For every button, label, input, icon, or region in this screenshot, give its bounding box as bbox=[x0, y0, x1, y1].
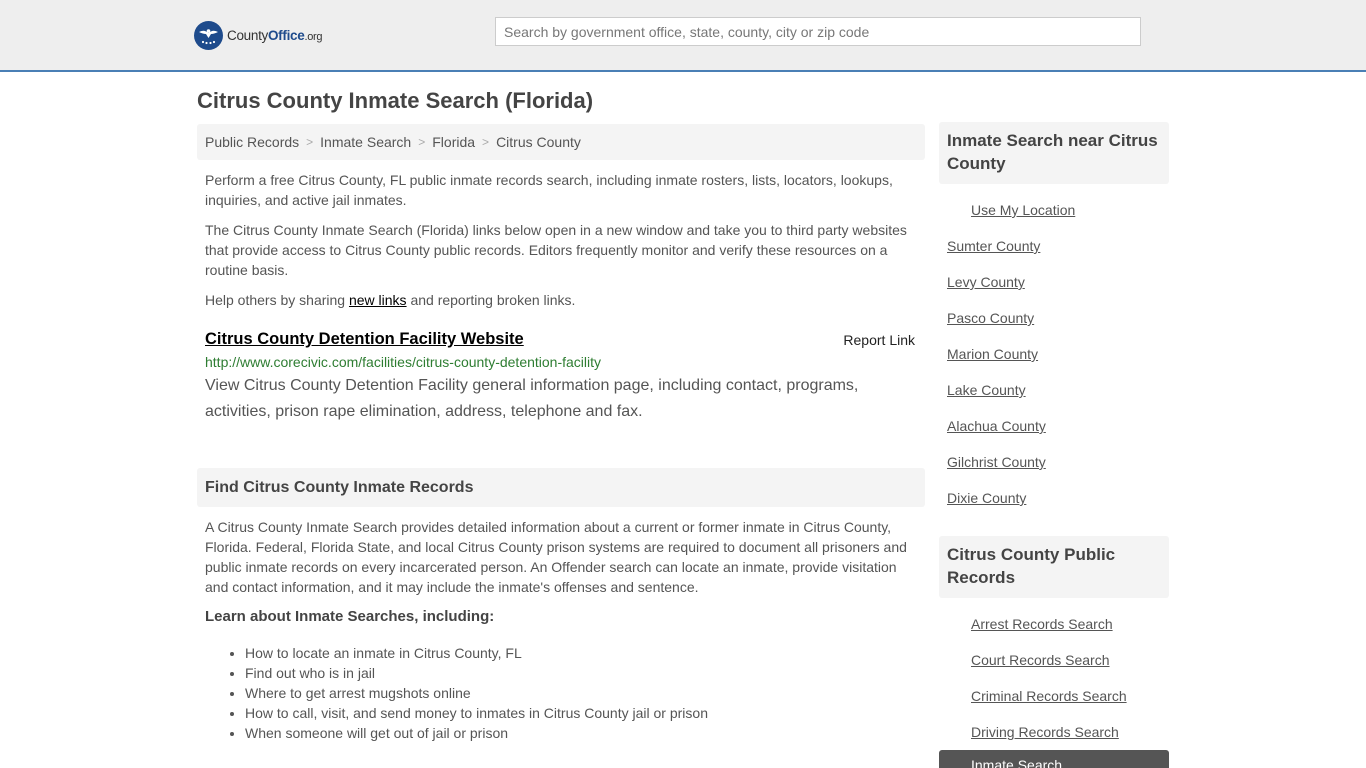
court-records-link[interactable]: Court Records Search bbox=[971, 652, 1110, 668]
list-item: Pasco County bbox=[947, 310, 1169, 346]
sidebar-public-records: Citrus County Public Records Arrest Reco… bbox=[939, 536, 1169, 760]
learn-heading: Learn about Inmate Searches, including: bbox=[205, 608, 495, 625]
intro-paragraph: Perform a free Citrus County, FL public … bbox=[205, 172, 893, 208]
list-item: How to call, visit, and send money to in… bbox=[245, 703, 925, 723]
find-records-heading: Find Citrus County Inmate Records bbox=[197, 468, 925, 507]
page-title: Citrus County Inmate Search (Florida) bbox=[197, 88, 594, 113]
county-link-sumter[interactable]: Sumter County bbox=[947, 238, 1040, 254]
eagle-seal-icon bbox=[194, 20, 223, 50]
list-item: Levy County bbox=[947, 274, 1169, 310]
nearby-county-list: Use My Location Sumter County Levy Count… bbox=[939, 202, 1169, 526]
list-item: Marion County bbox=[947, 346, 1169, 382]
breadcrumb-inmate-search[interactable]: Inmate Search bbox=[320, 134, 411, 150]
logo-wordmark: CountyOffice.org bbox=[227, 27, 323, 43]
disclaimer-paragraph: The Citrus County Inmate Search (Florida… bbox=[205, 222, 907, 278]
list-item: Gilchrist County bbox=[947, 454, 1169, 490]
new-links-link[interactable]: new links bbox=[349, 292, 407, 308]
county-link-pasco[interactable]: Pasco County bbox=[947, 310, 1034, 326]
county-link-dixie[interactable]: Dixie County bbox=[947, 490, 1026, 506]
breadcrumb-public-records[interactable]: Public Records bbox=[205, 134, 299, 150]
sidebar-nearby: Inmate Search near Citrus County Use My … bbox=[939, 122, 1169, 526]
arrest-records-link[interactable]: Arrest Records Search bbox=[971, 616, 1113, 632]
county-link-alachua[interactable]: Alachua County bbox=[947, 418, 1046, 434]
result-description: View Citrus County Detention Facility ge… bbox=[205, 377, 859, 420]
criminal-records-link[interactable]: Criminal Records Search bbox=[971, 688, 1127, 704]
learn-list: How to locate an inmate in Citrus County… bbox=[197, 643, 925, 743]
list-item: Court Records Search bbox=[947, 652, 1169, 688]
sidebar-records-heading: Citrus County Public Records bbox=[939, 536, 1169, 598]
list-item: Use My Location bbox=[947, 202, 1169, 238]
driving-records-link[interactable]: Driving Records Search bbox=[971, 724, 1119, 740]
site-header: CountyOffice.org bbox=[0, 0, 1366, 72]
sidebar-item-inmate-search-active[interactable]: Inmate Search bbox=[939, 750, 1169, 768]
county-link-gilchrist[interactable]: Gilchrist County bbox=[947, 454, 1046, 470]
list-item: Sumter County bbox=[947, 238, 1169, 274]
site-logo[interactable]: CountyOffice.org bbox=[194, 20, 323, 50]
sidebar-nearby-heading: Inmate Search near Citrus County bbox=[939, 122, 1169, 184]
list-item: Dixie County bbox=[947, 490, 1169, 526]
breadcrumb-separator-icon: > bbox=[482, 135, 490, 149]
list-item: When someone will get out of jail or pri… bbox=[245, 723, 925, 743]
list-item: Find out who is in jail bbox=[245, 663, 925, 683]
list-item: Where to get arrest mugshots online bbox=[245, 683, 925, 703]
breadcrumb-separator-icon: > bbox=[418, 135, 426, 149]
public-records-list: Arrest Records Search Court Records Sear… bbox=[939, 616, 1169, 760]
list-item: How to locate an inmate in Citrus County… bbox=[245, 643, 925, 663]
county-link-marion[interactable]: Marion County bbox=[947, 346, 1038, 362]
report-link-button[interactable]: Report Link bbox=[843, 332, 915, 348]
county-link-lake[interactable]: Lake County bbox=[947, 382, 1026, 398]
breadcrumb-separator-icon: > bbox=[306, 135, 314, 149]
breadcrumb-florida[interactable]: Florida bbox=[432, 134, 475, 150]
list-item: Criminal Records Search bbox=[947, 688, 1169, 724]
list-item: Alachua County bbox=[947, 418, 1169, 454]
breadcrumb-citrus-county[interactable]: Citrus County bbox=[496, 134, 581, 150]
county-link-levy[interactable]: Levy County bbox=[947, 274, 1025, 290]
use-my-location-link[interactable]: Use My Location bbox=[971, 202, 1075, 218]
share-links-paragraph: Help others by sharing new links and rep… bbox=[205, 292, 576, 308]
list-item: Lake County bbox=[947, 382, 1169, 418]
result-title-link[interactable]: Citrus County Detention Facility Website bbox=[205, 330, 524, 348]
breadcrumb: Public Records > Inmate Search > Florida… bbox=[197, 124, 925, 160]
find-records-paragraph: A Citrus County Inmate Search provides d… bbox=[205, 519, 907, 595]
sidebar-item-label: Inmate Search bbox=[971, 757, 1063, 768]
result-url: http://www.corecivic.com/facilities/citr… bbox=[205, 354, 602, 370]
search-result: Citrus County Detention Facility Website… bbox=[197, 330, 925, 425]
search-input[interactable] bbox=[495, 17, 1141, 46]
list-item: Arrest Records Search bbox=[947, 616, 1169, 652]
main-content: Public Records > Inmate Search > Florida… bbox=[197, 124, 925, 743]
